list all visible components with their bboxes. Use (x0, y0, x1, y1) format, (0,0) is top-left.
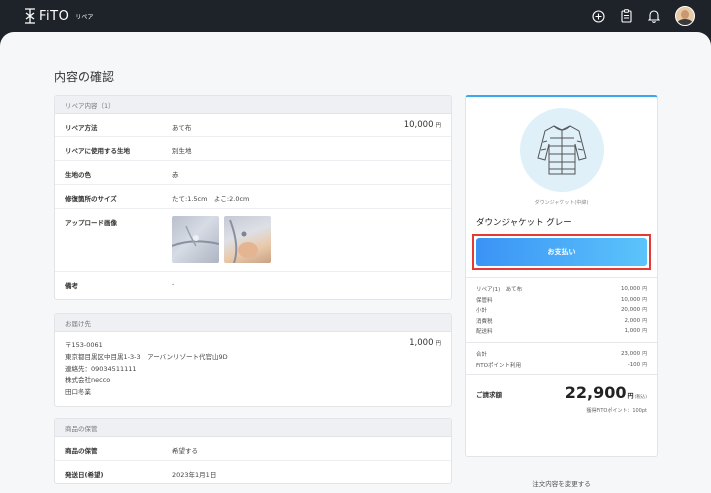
storage-card: 商品の保管 商品の保管 希望する 発送日(希望) 2023年1月1日 (54, 418, 452, 484)
repair-details-card: リペア内容（1） リペア方法 あて布 10,000 円 リペアに使用する生地 別生… (54, 95, 452, 300)
fee-row: リペア(1) あて布 10,000 円 (476, 285, 647, 293)
fito-logo-icon (25, 8, 35, 24)
notes-value: - (172, 280, 175, 288)
repair-method-label: リペア方法 (65, 124, 98, 132)
delivery-price: 1,000 円 (409, 338, 441, 348)
fee-row: 消費税 2,000 円 (476, 317, 647, 325)
add-circle-icon[interactable] (591, 9, 605, 23)
ship-date-row: 発送日(希望) 2023年1月1日 (55, 461, 451, 483)
repair-size-value: たて:1.5cm よこ:2.0cm (172, 195, 250, 203)
phone-number: 連絡先：09034511111 (65, 364, 137, 373)
delivery-card: お届け先 〒153-0061 東京都目黒区中目黒1-3-3 アーバンリゾート代官… (54, 313, 452, 407)
fee-amount: 20,000 円 (620, 307, 647, 313)
delivery-row: 〒153-0061 東京都目黒区中目黒1-3-3 アーバンリゾート代官山9D 連… (55, 332, 451, 406)
delivery-address: 〒153-0061 東京都目黒区中目黒1-3-3 アーバンリゾート代官山9D 連… (65, 340, 228, 399)
fee-row: 小計 20,000 円 (476, 306, 647, 314)
repair-method-value: あて布 (172, 124, 192, 132)
change-order-link[interactable]: 注文内容を変更する (465, 478, 658, 488)
notes-row: 備考 - (55, 272, 451, 299)
main-content: 内容の確認 リペア内容（1） リペア方法 あて布 10,000 円 リペアに使用す… (0, 32, 711, 493)
storage-header: 商品の保管 (55, 419, 451, 437)
summary-divider-1 (466, 277, 657, 278)
points-earned: 獲得FiTOポイント：100pt (586, 408, 647, 414)
upload-images-label: アップロード画像 (65, 219, 117, 227)
summary-divider-3 (466, 374, 657, 375)
pay-button[interactable]: お支払い (476, 238, 647, 266)
repair-method-price: 10,000 円 (403, 120, 441, 130)
summary-divider-2 (466, 342, 657, 343)
ship-date-value: 2023年1月1日 (172, 471, 217, 479)
total-row: 合計 23,000 円 (476, 350, 647, 358)
street-address: 東京都目黒区中目黒1-3-3 アーバンリゾート代官山9D (65, 352, 228, 361)
repair-details-header: リペア内容（1） (55, 96, 451, 114)
section-label: リペア (75, 14, 94, 21)
order-summary-card: ダウンジャケット(中綿) ダウンジャケット グレー お支払い リペア(1) あて… (465, 95, 658, 457)
billing-label: ご請求額 (476, 391, 502, 399)
uploaded-image-1[interactable] (172, 216, 219, 263)
notes-label: 備考 (65, 282, 78, 290)
repair-fabric-label: リペアに使用する生地 (65, 147, 130, 155)
fee-label: 保管料 (476, 297, 493, 304)
repair-size-row: 修復箇所のサイズ たて:1.5cm よこ:2.0cm (55, 185, 451, 209)
down-jacket-icon (537, 125, 587, 175)
product-name: ダウンジャケット グレー (476, 218, 572, 228)
ship-date-label: 発送日(希望) (65, 471, 104, 479)
fee-label: 配送料 (476, 329, 493, 335)
avatar[interactable] (675, 6, 695, 26)
fee-label: 消費税 (476, 318, 493, 325)
storage-value: 希望する (172, 447, 198, 455)
upload-images-row: アップロード画像 (55, 209, 451, 272)
fabric-color-label: 生地の色 (65, 171, 91, 179)
total-amount: 23,000 円 (620, 351, 647, 357)
recipient-name: 田口冬業 (65, 388, 91, 397)
repair-fabric-row: リペアに使用する生地 別生地 (55, 137, 451, 161)
total-amount: -100 円 (627, 361, 647, 368)
storage-row: 商品の保管 希望する (55, 437, 451, 461)
logo-text: FiTO (39, 8, 70, 24)
logo[interactable]: FiTO リペア (24, 8, 93, 24)
repair-fabric-value: 別生地 (172, 147, 192, 155)
repair-size-label: 修復箇所のサイズ (65, 195, 117, 203)
billing-amount: 22,900円(税込) (564, 383, 647, 402)
delivery-header: お届け先 (55, 314, 451, 332)
total-label: FiTOポイント利用 (476, 362, 521, 369)
total-label: 合計 (476, 352, 488, 358)
top-bar: FiTO リペア (0, 0, 711, 32)
uploaded-image-2[interactable] (224, 216, 271, 263)
fee-amount: 10,000 円 (620, 286, 647, 292)
fee-label: 小計 (476, 308, 488, 314)
page-title: 内容の確認 (54, 70, 115, 84)
clipboard-icon[interactable] (619, 9, 633, 23)
storage-label: 商品の保管 (65, 447, 98, 455)
fee-label: リペア(1) あて布 (476, 287, 523, 293)
repair-method-row: リペア方法 あて布 10,000 円 (55, 114, 451, 137)
fee-row: 配送料 1,000 円 (476, 327, 647, 335)
total-row: FiTOポイント利用 -100 円 (476, 361, 647, 369)
product-category: ダウンジャケット(中綿) (534, 200, 589, 206)
fabric-color-row: 生地の色 赤 (55, 161, 451, 185)
bell-icon[interactable] (647, 9, 661, 23)
fee-amount: 1,000 円 (624, 328, 647, 334)
fee-amount: 10,000 円 (620, 296, 647, 303)
fee-row: 保管料 10,000 円 (476, 296, 647, 304)
company-name: 株式会社necco (65, 376, 111, 385)
product-image (520, 108, 604, 192)
fee-amount: 2,000 円 (624, 317, 647, 324)
postal-code: 〒153-0061 (65, 341, 103, 349)
fabric-color-value: 赤 (172, 171, 179, 179)
